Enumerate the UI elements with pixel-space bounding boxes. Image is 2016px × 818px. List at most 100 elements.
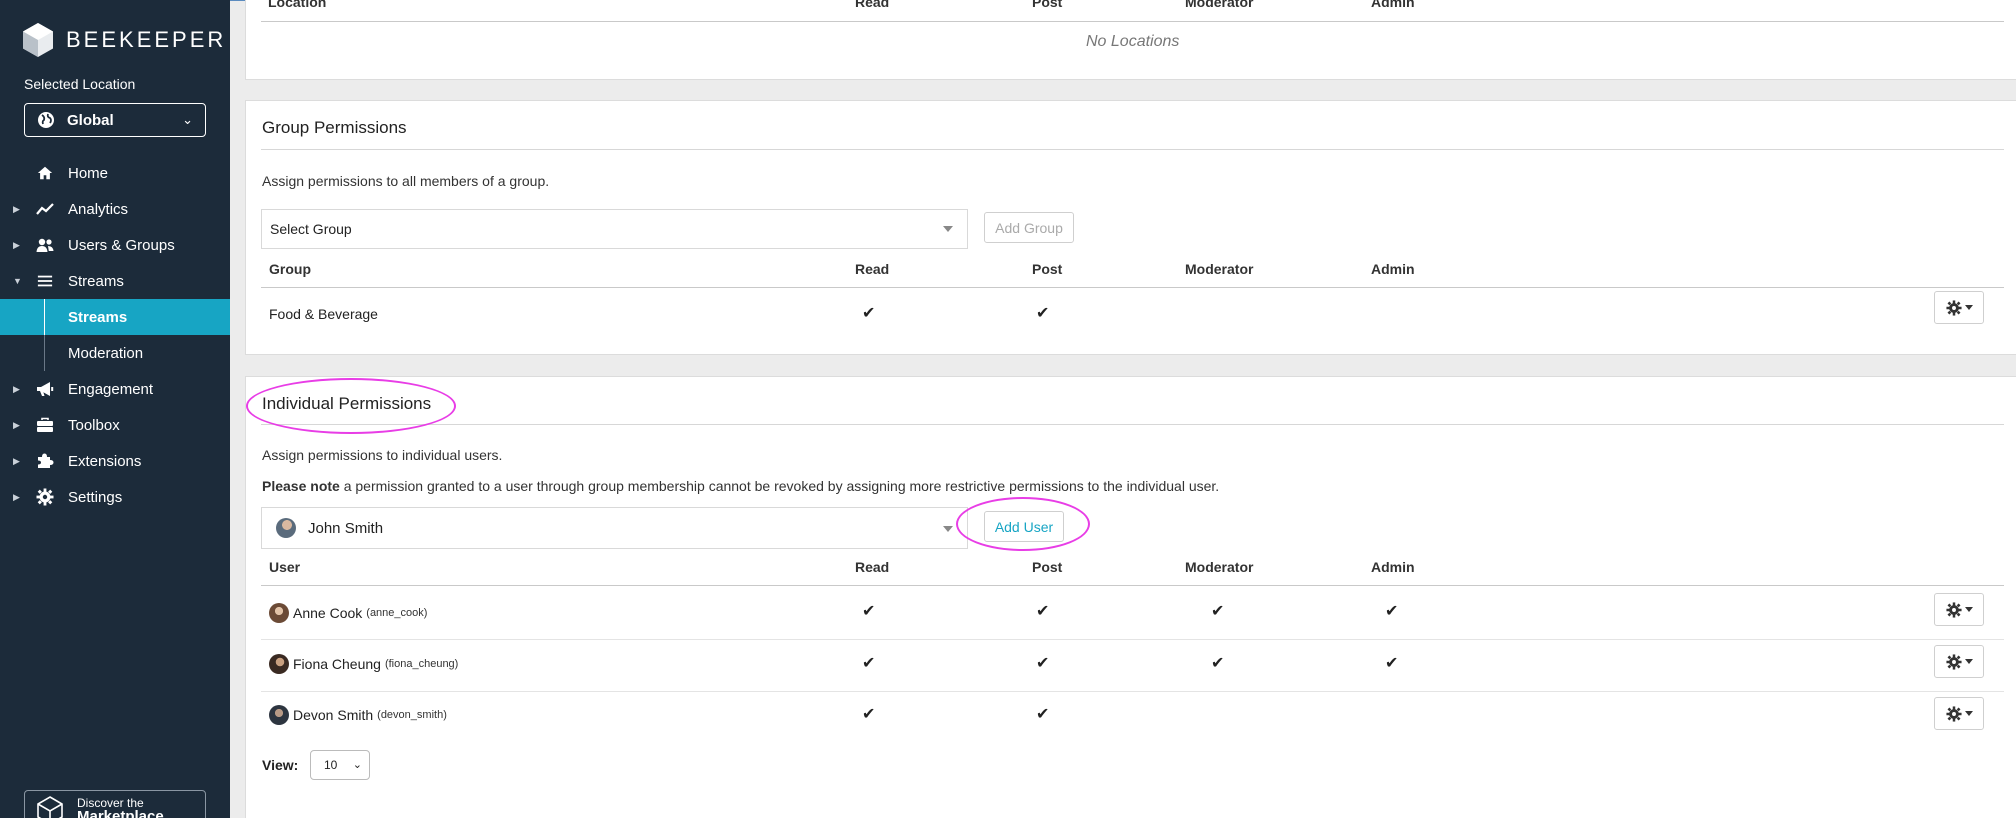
- title-divider: [261, 149, 2004, 150]
- streams-icon: [36, 272, 54, 290]
- sidebar-item-label: Analytics: [68, 200, 129, 218]
- user-row-settings-button[interactable]: [1934, 593, 1984, 626]
- sidebar-item-label: Home: [68, 164, 109, 182]
- sidebar-item-home[interactable]: Home: [0, 155, 230, 191]
- toolbox-icon: [36, 416, 54, 434]
- user-name: Anne Cook: [293, 605, 363, 621]
- caret-right-icon: ▶: [13, 203, 20, 214]
- col-user: User: [269, 559, 301, 575]
- col-location: Location: [268, 0, 327, 10]
- caret-down-icon: [1964, 711, 1973, 716]
- gear-icon: [1945, 601, 1962, 618]
- sidebar-item-label: Engagement: [68, 380, 154, 398]
- group-name: Food & Beverage: [269, 306, 378, 322]
- post-check-icon: ✔: [1036, 603, 1050, 620]
- add-user-button[interactable]: Add User: [984, 511, 1064, 542]
- col-post: Post: [1032, 0, 1063, 10]
- caret-down-icon: [1964, 305, 1973, 310]
- view-label: View:: [262, 757, 299, 773]
- gear-icon: [1945, 653, 1962, 670]
- user-name: Devon Smith: [293, 707, 374, 723]
- gear-icon: [36, 488, 54, 506]
- dropdown-arrow-icon: [943, 226, 953, 232]
- title-divider: [261, 424, 2004, 425]
- caret-right-icon: ▶: [13, 419, 20, 430]
- sidebar-nav: Home ▶ Analytics ▶ Users & Groups ▼ Stre…: [0, 155, 230, 515]
- puzzle-icon: [36, 452, 54, 470]
- avatar: [269, 654, 289, 674]
- location-permissions-card: Location Read Post Moderator Admin No Lo…: [245, 0, 2016, 80]
- user-handle: (fiona_cheung): [384, 658, 459, 670]
- user-name: Fiona Cheung: [293, 656, 381, 672]
- row-divider: [261, 639, 2004, 640]
- read-check-icon: ✔: [862, 655, 876, 672]
- page-size-value: 10: [324, 758, 338, 772]
- select-user-dropdown[interactable]: John Smith: [261, 507, 968, 549]
- individual-permissions-description: Assign permissions to individual users.: [262, 447, 503, 463]
- marketplace-cube-icon: [37, 796, 63, 818]
- sidebar-item-extensions[interactable]: ▶ Extensions: [0, 443, 230, 479]
- read-check-icon: ✔: [862, 305, 876, 322]
- moderator-check-icon: ✔: [1211, 655, 1225, 672]
- select-group-placeholder: Select Group: [270, 221, 352, 237]
- selected-location-label: Selected Location: [24, 76, 136, 92]
- user-row-settings-button[interactable]: [1934, 645, 1984, 678]
- marketplace-button[interactable]: Discover the Marketplace: [24, 790, 206, 818]
- sidebar-subitem-streams[interactable]: Streams: [0, 299, 230, 335]
- header-divider: [261, 21, 2004, 22]
- individual-permissions-title: Individual Permissions: [262, 394, 432, 413]
- chevron-down-icon: ⌄: [182, 112, 193, 127]
- col-admin: Admin: [1371, 0, 1415, 10]
- no-locations-text: No Locations: [1086, 33, 1180, 50]
- col-post: Post: [1032, 261, 1063, 277]
- col-moderator: Moderator: [1185, 559, 1254, 575]
- user-handle: (devon_smith): [377, 709, 447, 721]
- individual-permissions-card: Individual Permissions Assign permission…: [245, 376, 2016, 818]
- selected-user-name: John Smith: [308, 519, 384, 537]
- group-row-settings-button[interactable]: [1934, 291, 1984, 324]
- admin-check-icon: ✔: [1385, 603, 1399, 620]
- col-read: Read: [855, 0, 890, 10]
- post-check-icon: ✔: [1036, 305, 1050, 322]
- sidebar-item-engagement[interactable]: ▶ Engagement: [0, 371, 230, 407]
- group-permissions-title: Group Permissions: [262, 118, 407, 137]
- user-row-settings-button[interactable]: [1934, 697, 1984, 730]
- col-read: Read: [855, 559, 890, 575]
- select-group-dropdown[interactable]: Select Group: [261, 209, 968, 249]
- group-permissions-description: Assign permissions to all members of a g…: [262, 173, 550, 189]
- col-admin: Admin: [1371, 559, 1415, 575]
- sidebar-item-settings[interactable]: ▶ Settings: [0, 479, 230, 515]
- analytics-icon: [36, 200, 54, 218]
- sidebar-item-label: Toolbox: [68, 416, 120, 434]
- users-icon: [36, 236, 54, 254]
- note-bold: Please note: [262, 478, 340, 494]
- user-cell: Anne Cook (anne_cook): [269, 603, 427, 623]
- sidebar-item-analytics[interactable]: ▶ Analytics: [0, 191, 230, 227]
- row-divider: [261, 691, 2004, 692]
- col-moderator: Moderator: [1185, 261, 1254, 277]
- avatar: [276, 518, 296, 538]
- location-value: Global: [67, 111, 114, 129]
- col-post: Post: [1032, 559, 1063, 575]
- user-cell: Fiona Cheung (fiona_cheung): [269, 654, 458, 674]
- col-moderator: Moderator: [1185, 0, 1254, 10]
- marketplace-text: Discover the Marketplace: [77, 796, 164, 818]
- beekeeper-logo[interactable]: BEEKEEPER: [22, 22, 226, 58]
- dropdown-arrow-icon: [943, 526, 953, 532]
- admin-check-icon: ✔: [1385, 655, 1399, 672]
- col-read: Read: [855, 261, 890, 277]
- sidebar-item-label: Users & Groups: [68, 236, 175, 254]
- sidebar-item-users-groups[interactable]: ▶ Users & Groups: [0, 227, 230, 263]
- user-handle: (anne_cook): [366, 607, 428, 619]
- location-select[interactable]: Global ⌄: [24, 103, 206, 137]
- group-permissions-card: Group Permissions Assign permissions to …: [245, 100, 2016, 355]
- sidebar-item-streams[interactable]: ▼ Streams: [0, 263, 230, 299]
- caret-down-icon: [1964, 659, 1973, 664]
- caret-down-icon: [1964, 607, 1973, 612]
- read-check-icon: ✔: [862, 706, 876, 723]
- page-size-select[interactable]: 10 ⌄: [310, 750, 370, 780]
- sidebar-item-label: Extensions: [68, 452, 142, 470]
- add-group-button[interactable]: Add Group: [984, 212, 1074, 243]
- sidebar-subitem-moderation[interactable]: Moderation: [0, 335, 230, 371]
- sidebar-item-toolbox[interactable]: ▶ Toolbox: [0, 407, 230, 443]
